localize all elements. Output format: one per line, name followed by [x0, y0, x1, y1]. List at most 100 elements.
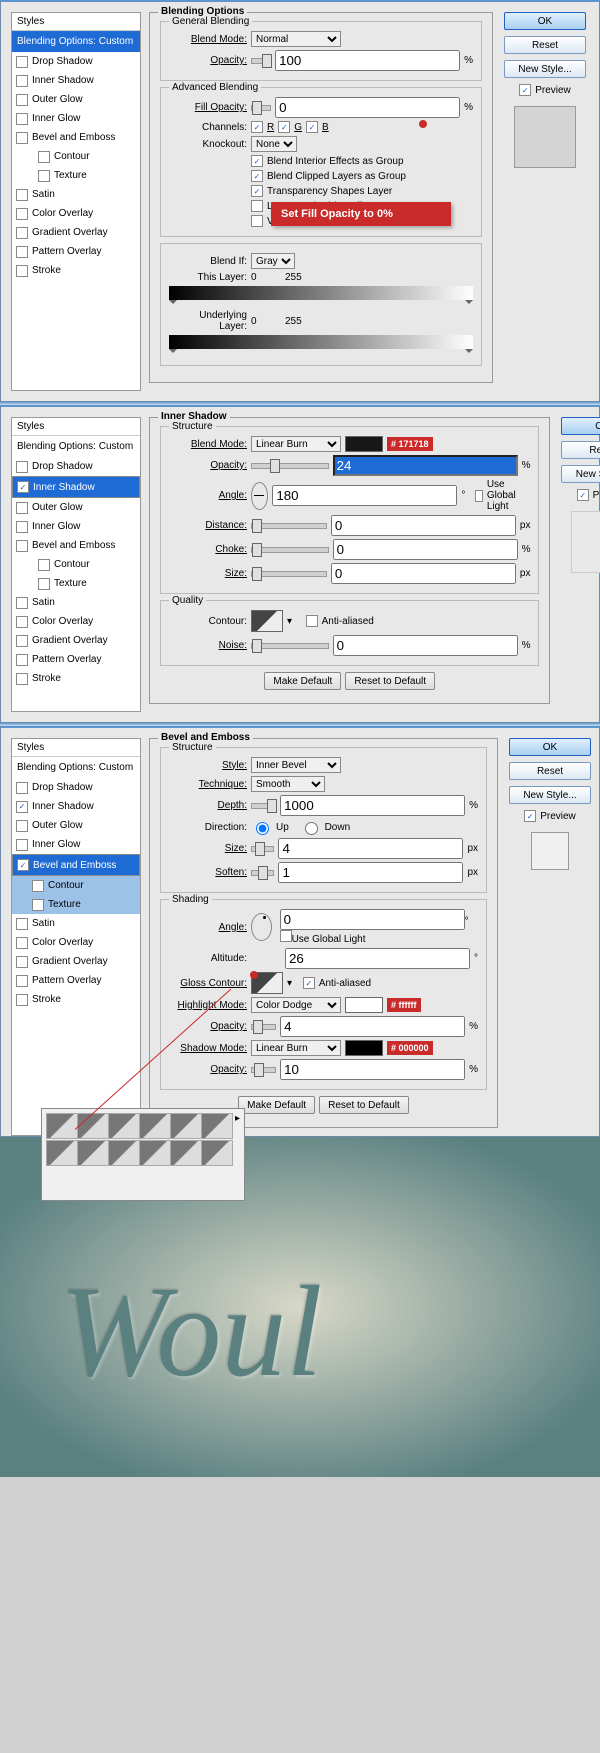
angle-input[interactable]	[272, 485, 457, 506]
fill-opacity-input[interactable]	[275, 97, 460, 118]
color-overlay-row[interactable]: Color Overlay	[12, 933, 140, 952]
gradient-overlay-row[interactable]: Gradient Overlay	[12, 631, 140, 650]
distance-input[interactable]	[331, 515, 516, 536]
drop-shadow-row[interactable]: Drop Shadow	[12, 52, 140, 71]
texture-row[interactable]: Texture	[12, 895, 140, 914]
stroke-row[interactable]: Stroke	[12, 669, 140, 688]
technique-select[interactable]: Smooth	[251, 776, 325, 792]
contour-row[interactable]: Contour	[12, 876, 140, 895]
preview-checkbox[interactable]: ✓	[577, 489, 589, 501]
shadow-color-swatch[interactable]	[345, 436, 383, 452]
gradient-overlay-row[interactable]: Gradient Overlay	[12, 223, 140, 242]
blending-options-row[interactable]: Blending Options: Custom	[12, 31, 140, 52]
reset-button[interactable]: Reset	[504, 36, 586, 54]
stroke-row[interactable]: Stroke	[12, 261, 140, 280]
soften-input[interactable]	[278, 862, 463, 883]
direction-up-radio[interactable]	[256, 822, 269, 835]
blend-if-select[interactable]: Gray	[251, 253, 295, 269]
highlight-mode-select[interactable]: Color Dodge	[251, 997, 341, 1013]
make-default-button[interactable]: Make Default	[264, 672, 341, 690]
inner-glow-row[interactable]: Inner Glow	[12, 109, 140, 128]
depth-slider[interactable]	[251, 803, 276, 809]
drop-shadow-row[interactable]: Drop Shadow	[12, 778, 140, 797]
drop-shadow-row[interactable]: Drop Shadow	[12, 457, 140, 476]
gradient-overlay-row[interactable]: Gradient Overlay	[12, 952, 140, 971]
contour-row[interactable]: Contour	[12, 147, 140, 166]
texture-row[interactable]: Texture	[12, 166, 140, 185]
bevel-emboss-row[interactable]: Bevel and Emboss	[12, 536, 140, 555]
reset-button[interactable]: Reset	[509, 762, 591, 780]
inner-glow-row[interactable]: Inner Glow	[12, 517, 140, 536]
contour-picker[interactable]	[251, 610, 283, 632]
opacity-input[interactable]	[333, 455, 518, 476]
blending-options-row[interactable]: Blending Options: Custom	[12, 436, 140, 457]
size-input[interactable]	[278, 838, 463, 859]
pattern-overlay-row[interactable]: Pattern Overlay	[12, 971, 140, 990]
contour-palette[interactable]: ▸	[41, 1108, 245, 1201]
channel-r-checkbox[interactable]: ✓	[251, 121, 263, 133]
reset-default-button[interactable]: Reset to Default	[345, 672, 435, 690]
inner-shadow-row[interactable]: Inner Shadow	[12, 71, 140, 90]
noise-input[interactable]	[333, 635, 518, 656]
altitude-input[interactable]	[285, 948, 470, 969]
texture-row[interactable]: Texture	[12, 574, 140, 593]
ok-button[interactable]: OK	[561, 417, 600, 435]
transparency-shapes-checkbox[interactable]: ✓	[251, 185, 263, 197]
opacity-slider[interactable]	[251, 463, 329, 469]
use-global-light-checkbox[interactable]	[475, 490, 483, 502]
highlight-color-swatch[interactable]	[345, 997, 383, 1013]
blend-mode-select[interactable]: Linear Burn	[251, 436, 341, 452]
size-slider[interactable]	[251, 571, 327, 577]
vector-mask-hides-checkbox[interactable]	[251, 215, 263, 227]
highlight-opacity-input[interactable]	[280, 1016, 465, 1037]
angle-control[interactable]	[251, 482, 268, 510]
make-default-button[interactable]: Make Default	[238, 1096, 315, 1114]
underlying-layer-slider[interactable]	[169, 335, 473, 349]
depth-input[interactable]	[280, 795, 465, 816]
use-global-light-checkbox[interactable]	[280, 930, 292, 942]
preview-checkbox[interactable]: ✓	[524, 810, 536, 822]
shadow-color-swatch[interactable]	[345, 1040, 383, 1056]
anti-aliased-checkbox[interactable]	[306, 615, 318, 627]
shadow-mode-select[interactable]: Linear Burn	[251, 1040, 341, 1056]
contour-row[interactable]: Contour	[12, 555, 140, 574]
color-overlay-row[interactable]: Color Overlay	[12, 204, 140, 223]
bevel-emboss-row[interactable]: ✓Bevel and Emboss	[12, 854, 140, 876]
outer-glow-row[interactable]: Outer Glow	[12, 498, 140, 517]
soften-slider[interactable]	[251, 870, 274, 876]
ok-button[interactable]: OK	[504, 12, 586, 30]
inner-glow-row[interactable]: Inner Glow	[12, 835, 140, 854]
pattern-overlay-row[interactable]: Pattern Overlay	[12, 242, 140, 261]
angle-input[interactable]	[280, 909, 465, 930]
anti-aliased-checkbox[interactable]: ✓	[303, 977, 315, 989]
choke-slider[interactable]	[251, 547, 329, 553]
blend-mode-select[interactable]: Normal	[251, 31, 341, 47]
channel-b-checkbox[interactable]: ✓	[306, 121, 318, 133]
new-style-button[interactable]: New Style...	[509, 786, 591, 804]
channel-g-checkbox[interactable]: ✓	[278, 121, 290, 133]
direction-down-radio[interactable]	[305, 822, 318, 835]
layer-mask-hides-checkbox[interactable]	[251, 200, 263, 212]
noise-slider[interactable]	[251, 643, 329, 649]
blend-clipped-checkbox[interactable]: ✓	[251, 170, 263, 182]
color-overlay-row[interactable]: Color Overlay	[12, 612, 140, 631]
outer-glow-row[interactable]: Outer Glow	[12, 90, 140, 109]
outer-glow-row[interactable]: Outer Glow	[12, 816, 140, 835]
distance-slider[interactable]	[251, 523, 327, 529]
satin-row[interactable]: Satin	[12, 593, 140, 612]
preview-checkbox[interactable]: ✓	[519, 84, 531, 96]
shadow-opacity-input[interactable]	[280, 1059, 465, 1080]
satin-row[interactable]: Satin	[12, 185, 140, 204]
angle-control[interactable]	[251, 913, 272, 941]
opacity-slider[interactable]	[251, 58, 271, 64]
new-style-button[interactable]: New Style...	[561, 465, 600, 483]
new-style-button[interactable]: New Style...	[504, 60, 586, 78]
size-slider[interactable]	[251, 846, 274, 852]
knockout-select[interactable]: None	[251, 136, 297, 152]
bevel-style-select[interactable]: Inner Bevel	[251, 757, 341, 773]
inner-shadow-row[interactable]: ✓Inner Shadow	[12, 797, 140, 816]
choke-input[interactable]	[333, 539, 518, 560]
blending-options-row[interactable]: Blending Options: Custom	[12, 757, 140, 778]
reset-button[interactable]: Reset	[561, 441, 600, 459]
stroke-row[interactable]: Stroke	[12, 990, 140, 1009]
